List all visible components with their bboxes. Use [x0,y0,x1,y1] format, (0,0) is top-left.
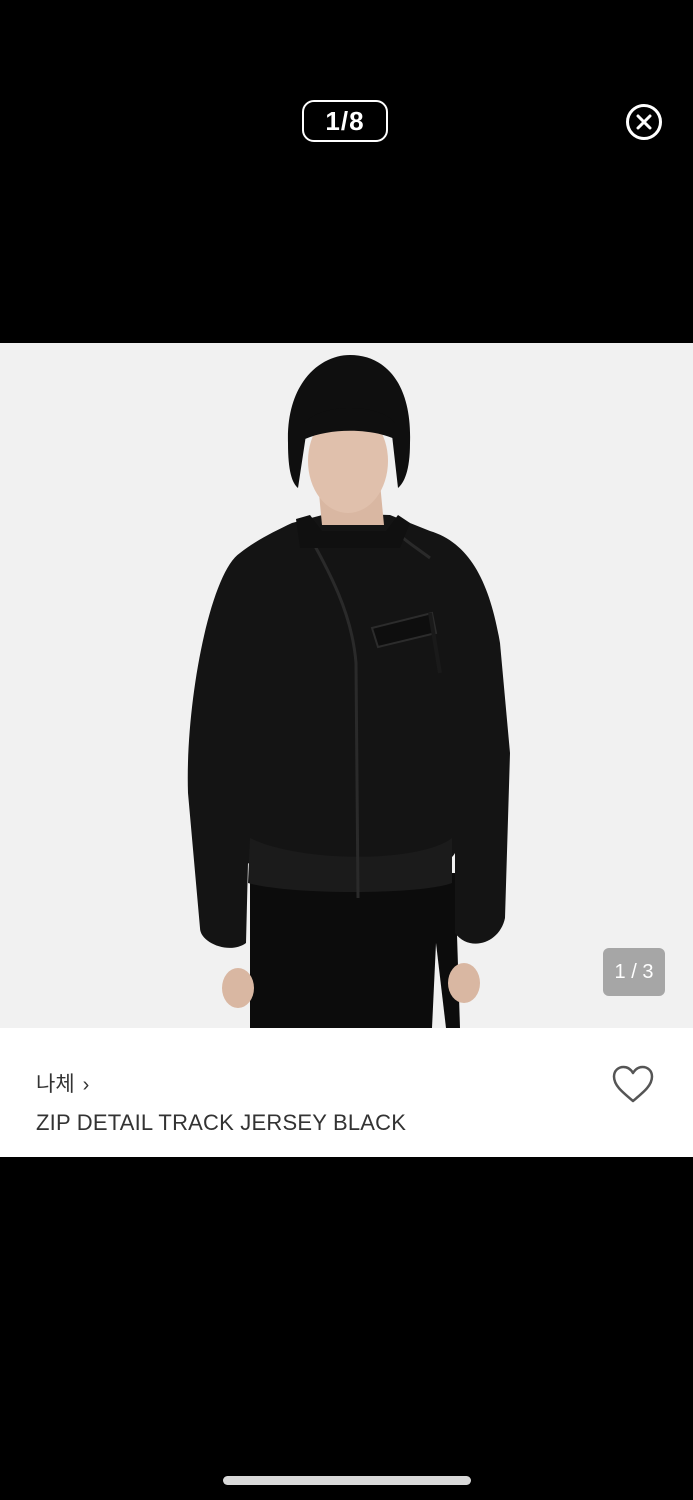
model-illustration [187,355,511,1028]
brand-name: 나체 [36,1073,75,1096]
brand-link[interactable]: 나체 › [36,1068,89,1098]
home-indicator[interactable] [223,1476,471,1485]
product-info-panel: 나체 › ZIP DETAIL TRACK JERSEY BLACK [0,1028,693,1157]
product-photo[interactable]: 1 / 3 [0,343,693,1028]
close-button[interactable] [626,104,662,140]
viewer-header: 1/8 [0,0,693,343]
close-icon [636,114,652,130]
heart-icon [612,1065,654,1103]
product-name: ZIP DETAIL TRACK JERSEY BLACK [36,1110,407,1135]
wishlist-button[interactable] [611,1064,655,1104]
page-counter: 1/8 [302,100,388,142]
image-counter-badge: 1 / 3 [603,948,665,996]
chevron-right-icon: › [82,1074,90,1096]
